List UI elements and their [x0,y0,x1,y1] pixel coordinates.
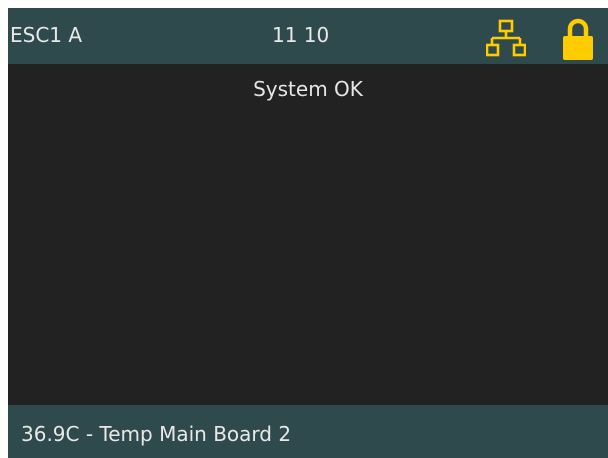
clock: 11 10 [272,23,330,47]
network-icon [486,19,526,57]
device-screen: ESC1 A 11 10 System OK 36.9C - Temp Main… [8,8,608,458]
status-bar: ESC1 A 11 10 [8,8,608,64]
footer-message: 36.9C - Temp Main Board 2 [21,422,292,446]
status-message: System OK [253,77,363,101]
lock-icon [563,18,593,60]
device-label: ESC1 A [10,23,83,47]
footer-bar: 36.9C - Temp Main Board 2 [8,405,608,458]
